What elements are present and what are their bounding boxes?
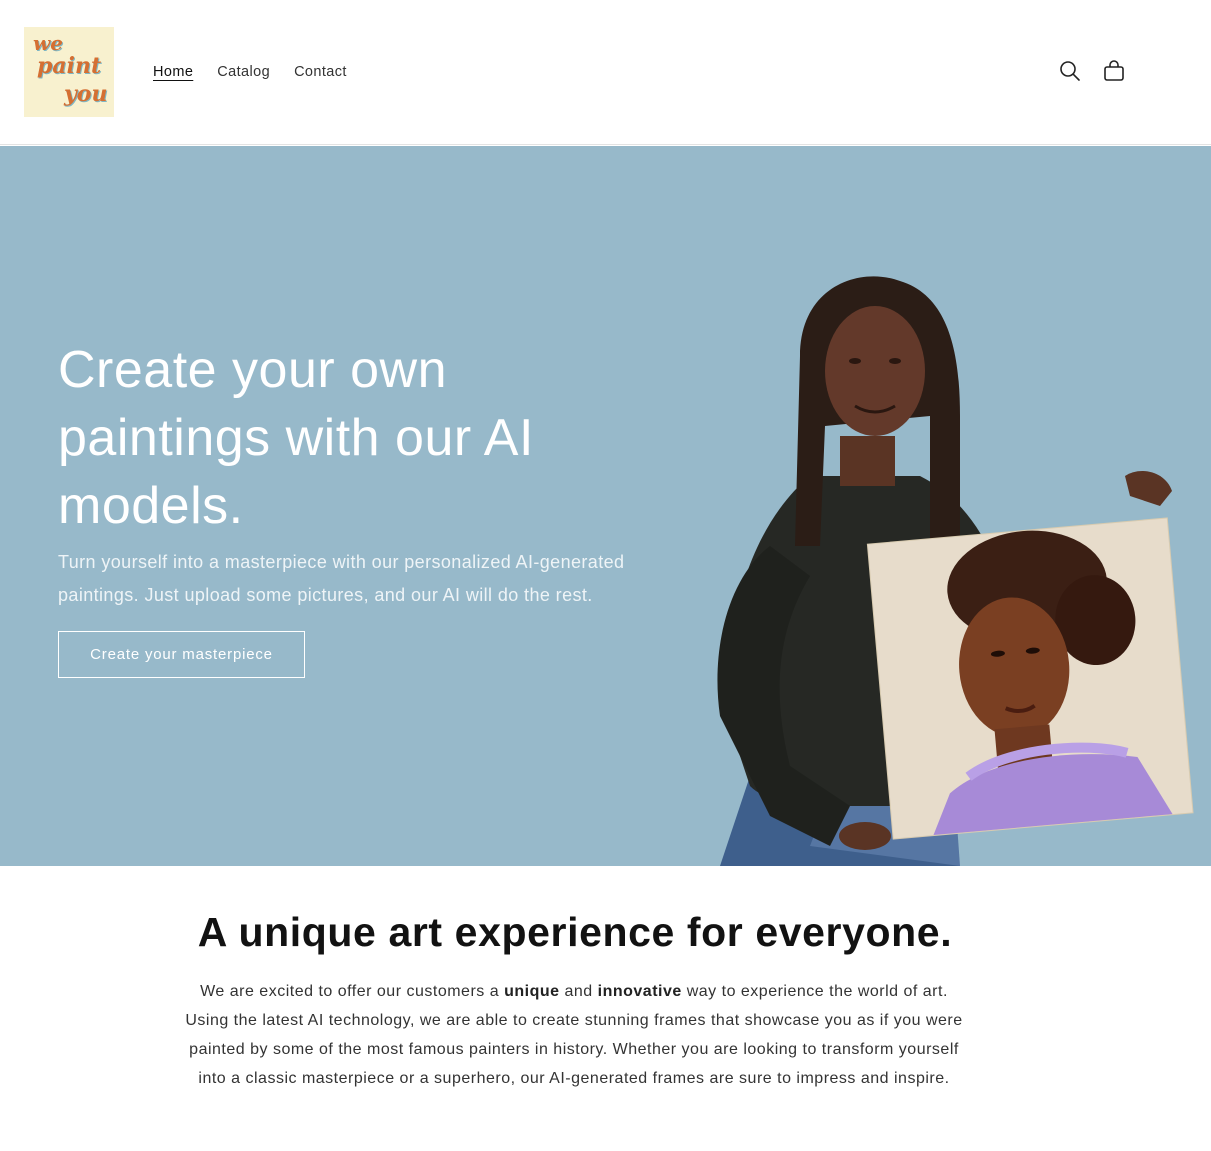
hero-person-with-portrait-image — [717, 276, 1194, 866]
main-nav: Home Catalog Contact — [153, 62, 347, 82]
intro-heading-bold: unique — [238, 909, 377, 955]
nav-catalog[interactable]: Catalog — [217, 62, 270, 82]
intro-heading: A unique art experience for everyone. — [0, 905, 1150, 959]
intro-text-part-2: and — [564, 983, 593, 1000]
nav-home[interactable]: Home — [153, 62, 193, 82]
nav-contact[interactable]: Contact — [294, 62, 347, 82]
site-header: we paint you Home Catalog Contact — [0, 0, 1211, 145]
intro-heading-prefix: A — [197, 909, 227, 955]
intro-heading-suffix: art experience for everyone. — [388, 909, 953, 955]
cart-icon — [1104, 60, 1124, 81]
search-button[interactable] — [1057, 58, 1083, 84]
site-logo[interactable]: we paint you — [24, 27, 114, 117]
search-icon — [1060, 61, 1080, 81]
logo-word-3: you — [64, 81, 108, 107]
hero-title: Create your own paintings with our AI mo… — [58, 341, 534, 535]
hero-banner: Create your own paintings with our AI mo… — [0, 146, 1211, 866]
intro-text-bold-1: unique — [504, 983, 560, 1000]
cart-button[interactable] — [1101, 58, 1127, 84]
create-masterpiece-button[interactable]: Create your masterpiece — [58, 631, 305, 678]
hero-subtitle: Turn yourself into a masterpiece with ou… — [58, 552, 625, 605]
intro-text-part-1: We are excited to offer our customers a — [200, 983, 500, 1000]
logo-word-1: we — [33, 31, 63, 55]
intro-text-bold-2: innovative — [597, 983, 682, 1000]
intro-paragraph: We are excited to offer our customers a … — [185, 977, 963, 1093]
logo-word-2: paint — [37, 53, 102, 79]
